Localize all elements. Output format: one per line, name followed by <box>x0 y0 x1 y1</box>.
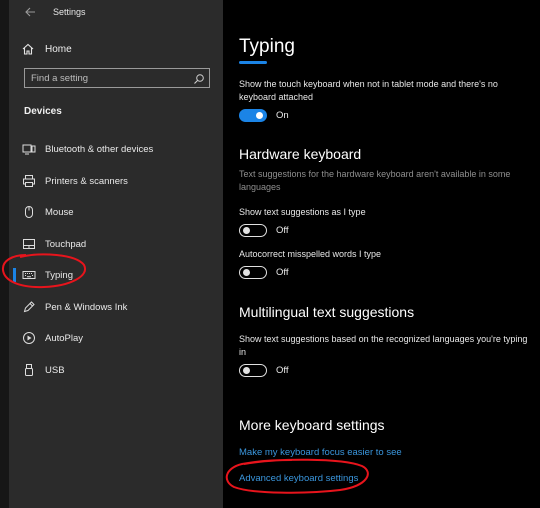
usb-icon <box>22 363 36 377</box>
sidebar-item-touchpad[interactable]: Touchpad <box>9 230 223 258</box>
autoplay-icon <box>22 331 36 345</box>
search-icon[interactable] <box>193 72 205 84</box>
printer-icon <box>22 174 36 188</box>
sidebar-item-mouse[interactable]: Mouse <box>9 198 223 226</box>
sidebar: Settings Home Devices Bluetooth & other … <box>9 0 223 508</box>
toggle-knob <box>243 366 250 374</box>
sidebar-item-label: Touchpad <box>45 238 87 250</box>
mouse-icon <box>22 205 36 219</box>
sidebar-item-label: Printers & scanners <box>45 175 128 187</box>
title-bar: Settings <box>9 0 223 26</box>
keyboard-focus-link[interactable]: Make my keyboard focus easier to see <box>239 447 402 458</box>
selection-indicator <box>13 268 16 282</box>
home-icon <box>21 42 35 56</box>
search-input[interactable] <box>31 71 191 85</box>
sidebar-item-label: Pen & Windows Ink <box>45 301 128 313</box>
sidebar-item-label: Bluetooth & other devices <box>45 143 154 155</box>
page-title: Typing <box>239 36 295 57</box>
window-edge <box>0 0 9 508</box>
sidebar-item-printers[interactable]: Printers & scanners <box>9 167 223 195</box>
toggle-knob <box>243 268 250 276</box>
sidebar-item-pen[interactable]: Pen & Windows Ink <box>9 293 223 321</box>
hardware-keyboard-header: Hardware keyboard <box>239 146 362 162</box>
sidebar-item-label: AutoPlay <box>45 332 84 344</box>
sidebar-item-usb[interactable]: USB <box>9 356 223 384</box>
hardware-keyboard-note: Text suggestions for the hardware keyboa… <box>239 169 511 192</box>
sidebar-item-label: Typing <box>45 269 73 281</box>
toggle-knob <box>243 226 250 234</box>
touch-keyboard-toggle[interactable] <box>239 109 267 122</box>
show-suggestions-label: Show text suggestions as I type <box>239 207 366 217</box>
autocorrect-toggle-label: Off <box>276 267 289 278</box>
touchpad-icon <box>22 237 36 251</box>
toggle-knob <box>256 112 263 119</box>
sidebar-item-bluetooth[interactable]: Bluetooth & other devices <box>9 135 223 163</box>
multilingual-header: Multilingual text suggestions <box>239 304 415 320</box>
home-label: Home <box>45 43 72 55</box>
title-underline <box>239 61 267 64</box>
autocorrect-label: Autocorrect misspelled words I type <box>239 249 382 259</box>
sidebar-item-label: USB <box>45 364 65 376</box>
show-suggestions-toggle[interactable] <box>239 224 267 237</box>
keyboard-icon <box>22 268 36 282</box>
bluetooth-devices-icon <box>22 142 36 156</box>
show-suggestions-toggle-label: Off <box>276 225 289 236</box>
home-nav-item[interactable]: Home <box>21 40 72 58</box>
section-header-devices: Devices <box>24 106 62 117</box>
multilingual-toggle-label: Off <box>276 365 289 376</box>
more-keyboard-settings-header: More keyboard settings <box>239 417 385 433</box>
back-arrow-icon[interactable] <box>23 5 37 19</box>
multilingual-description: Show text suggestions based on the recog… <box>239 334 528 357</box>
pen-icon <box>22 300 36 314</box>
autocorrect-toggle[interactable] <box>239 266 267 279</box>
multilingual-toggle[interactable] <box>239 364 267 377</box>
advanced-keyboard-settings-link[interactable]: Advanced keyboard settings <box>239 473 358 484</box>
sidebar-item-label: Mouse <box>45 206 74 218</box>
search-box <box>24 68 210 88</box>
touch-keyboard-toggle-label: On <box>276 110 289 121</box>
main-panel: Typing Show the touch keyboard when not … <box>223 0 540 508</box>
sidebar-item-typing[interactable]: Typing <box>9 261 223 289</box>
touch-keyboard-description: Show the touch keyboard when not in tabl… <box>239 79 498 102</box>
window-title: Settings <box>53 7 86 17</box>
sidebar-item-autoplay[interactable]: AutoPlay <box>9 324 223 352</box>
